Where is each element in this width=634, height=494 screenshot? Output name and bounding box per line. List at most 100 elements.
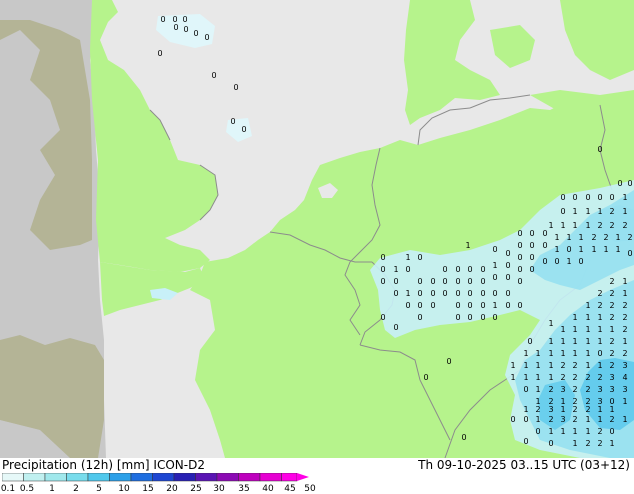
precip-value: 2 [609, 337, 614, 346]
precip-value: 0 [380, 265, 385, 274]
precip-value: 0 [523, 385, 528, 394]
precip-value: 1 [585, 361, 590, 370]
precip-value: 1 [585, 207, 590, 216]
precip-value: 0 [467, 265, 472, 274]
precip-value: 0 [542, 257, 547, 266]
precip-value: 0 [455, 289, 460, 298]
precip-value: 1 [548, 349, 553, 358]
precip-value: 0 [455, 313, 460, 322]
precip-value: 0 [430, 289, 435, 298]
precip-value: 0 [517, 265, 522, 274]
legend-tick-label: 2 [73, 484, 79, 494]
precip-value: 0 [160, 15, 165, 24]
precip-value: 0 [380, 313, 385, 322]
precip-value: 2 [603, 233, 608, 242]
precip-value: 0 [480, 313, 485, 322]
legend-swatch [87, 473, 110, 482]
precip-value: 2 [609, 221, 614, 230]
precip-value: 1 [597, 405, 602, 414]
precip-value: 1 [548, 373, 553, 382]
precip-value: 0 [480, 289, 485, 298]
precip-value: 0 [505, 249, 510, 258]
precip-value: 3 [622, 385, 627, 394]
precip-value: 0 [417, 301, 422, 310]
precip-value: 0 [505, 261, 510, 270]
precip-value: 1 [585, 325, 590, 334]
precip-value: 0 [173, 23, 178, 32]
precip-value: 0 [523, 415, 528, 424]
precip-value: 2 [591, 233, 596, 242]
precip-value: 0 [157, 49, 162, 58]
precip-value: 0 [560, 193, 565, 202]
precip-value: 2 [622, 325, 627, 334]
precip-value: 1 [603, 245, 608, 254]
precip-value: 0 [585, 193, 590, 202]
precip-value: 1 [560, 337, 565, 346]
precip-value: 0 [548, 439, 553, 448]
precip-value: 3 [609, 373, 614, 382]
precip-value: 1 [585, 301, 590, 310]
precip-value: 2 [622, 301, 627, 310]
precip-value: 0 [455, 277, 460, 286]
precip-value: 0 [627, 179, 632, 188]
precip-value: 0 [529, 241, 534, 250]
precip-value: 2 [572, 415, 577, 424]
legend-swatch [23, 473, 46, 482]
precip-value: 0 [455, 301, 460, 310]
valid-time: Th 09-10-2025 03..15 UTC (03+12) [418, 458, 630, 472]
precip-value: 2 [622, 349, 627, 358]
precip-value: 1 [492, 261, 497, 270]
precip-value: 1 [622, 193, 627, 202]
precip-value: 2 [597, 221, 602, 230]
precip-value: 1 [572, 337, 577, 346]
precip-value: 2 [585, 405, 590, 414]
precip-value: 0 [529, 253, 534, 262]
precip-value: 1 [597, 313, 602, 322]
map-title: Precipitation (12h) [mm] ICON-D2 [2, 458, 205, 472]
precip-value: 1 [572, 427, 577, 436]
legend-tick-label: 50 [304, 484, 316, 494]
legend-swatch [109, 473, 132, 482]
precip-value: 0 [560, 207, 565, 216]
precip-value: 2 [548, 385, 553, 394]
precip-value: 0 [529, 229, 534, 238]
precip-value: 0 [182, 15, 187, 24]
precip-value: 0 [505, 273, 510, 282]
precip-value: 1 [591, 245, 596, 254]
precip-value: 1 [548, 427, 553, 436]
precip-value: 0 [517, 229, 522, 238]
precip-value: 1 [572, 325, 577, 334]
precip-value: 0 [517, 241, 522, 250]
precip-value: 3 [622, 361, 627, 370]
precip-value: 1 [393, 265, 398, 274]
precip-value: 0 [492, 273, 497, 282]
precip-value: 1 [622, 277, 627, 286]
legend-swatch [238, 473, 261, 482]
precip-value: 2 [597, 439, 602, 448]
precip-value: 1 [523, 361, 528, 370]
footer: Precipitation (12h) [mm] ICON-D2 Th 09-1… [0, 458, 634, 494]
precip-value: 0 [417, 253, 422, 262]
precip-value: 1 [510, 373, 515, 382]
precip-value: 2 [560, 361, 565, 370]
precip-value: 1 [622, 415, 627, 424]
precip-value: 0 [241, 125, 246, 134]
precip-value: 0 [467, 301, 472, 310]
precip-value: 1 [585, 415, 590, 424]
precip-value: 1 [405, 289, 410, 298]
legend-swatch [152, 473, 175, 482]
precip-value: 3 [560, 415, 565, 424]
legend-tick-label: 40 [262, 484, 274, 494]
precip-value: 1 [560, 427, 565, 436]
legend-swatch [2, 473, 24, 482]
precip-value: 1 [585, 427, 590, 436]
precip-value: 1 [572, 313, 577, 322]
legend-swatch [281, 473, 298, 482]
precip-value: 1 [535, 361, 540, 370]
precip-value: 0 [517, 277, 522, 286]
precip-value: 2 [627, 233, 632, 242]
precip-value: 1 [465, 241, 470, 250]
precip-value: 0 [211, 71, 216, 80]
precip-value: 1 [566, 233, 571, 242]
precip-value: 0 [492, 245, 497, 254]
